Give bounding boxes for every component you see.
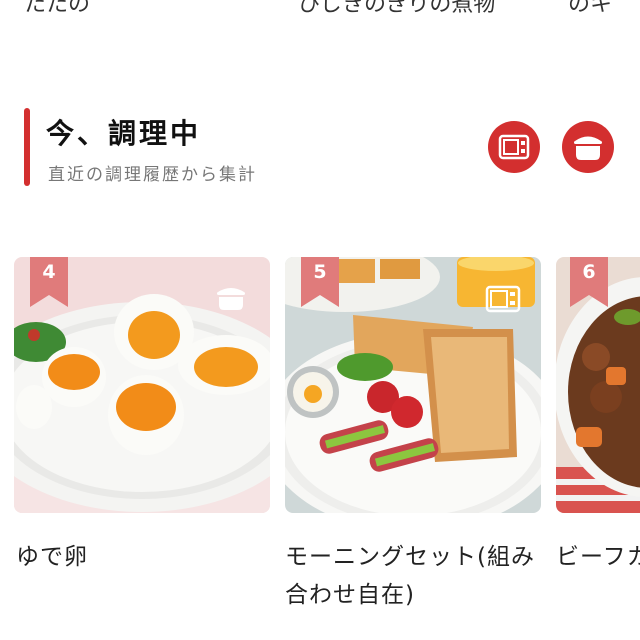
recipe-title[interactable]: ゆで卵 [16, 538, 88, 576]
rank-ribbon: 5 [301, 257, 339, 307]
rank-number: 6 [582, 261, 596, 283]
recipe-card-boiled-egg[interactable]: 4 [14, 257, 270, 513]
rank-number: 4 [42, 261, 56, 283]
section-title: 今、調理中 [46, 117, 202, 150]
previous-card-title[interactable]: ひじきのきりの煮物 [298, 0, 495, 18]
rice-cooker-icon [217, 288, 245, 310]
previous-card-title[interactable]: のキ [568, 0, 612, 18]
rice-cooker-icon [574, 136, 602, 160]
previous-card-title[interactable]: たたの [24, 0, 90, 18]
microwave-filter-button[interactable] [488, 121, 540, 173]
recipe-title[interactable]: モーニングセット(組み合わせ自在) [285, 538, 535, 614]
rank-ribbon: 6 [570, 257, 608, 307]
section-subtitle: 直近の調理履歴から集計 [48, 165, 257, 185]
section-accent-bar [24, 108, 30, 186]
previous-row-titles: たたの ひじきのきりの煮物 のキ [0, 0, 640, 18]
rank-ribbon: 4 [30, 257, 68, 307]
microwave-icon [485, 285, 521, 313]
rank-number: 5 [313, 261, 327, 283]
rice-cooker-filter-button[interactable] [562, 121, 614, 173]
recipe-card-morning-set[interactable]: 5 [285, 257, 541, 513]
microwave-icon [498, 134, 530, 160]
recipe-title[interactable]: ビーフカ [556, 538, 640, 576]
recipe-card-beef-curry[interactable]: 6 [556, 257, 640, 513]
